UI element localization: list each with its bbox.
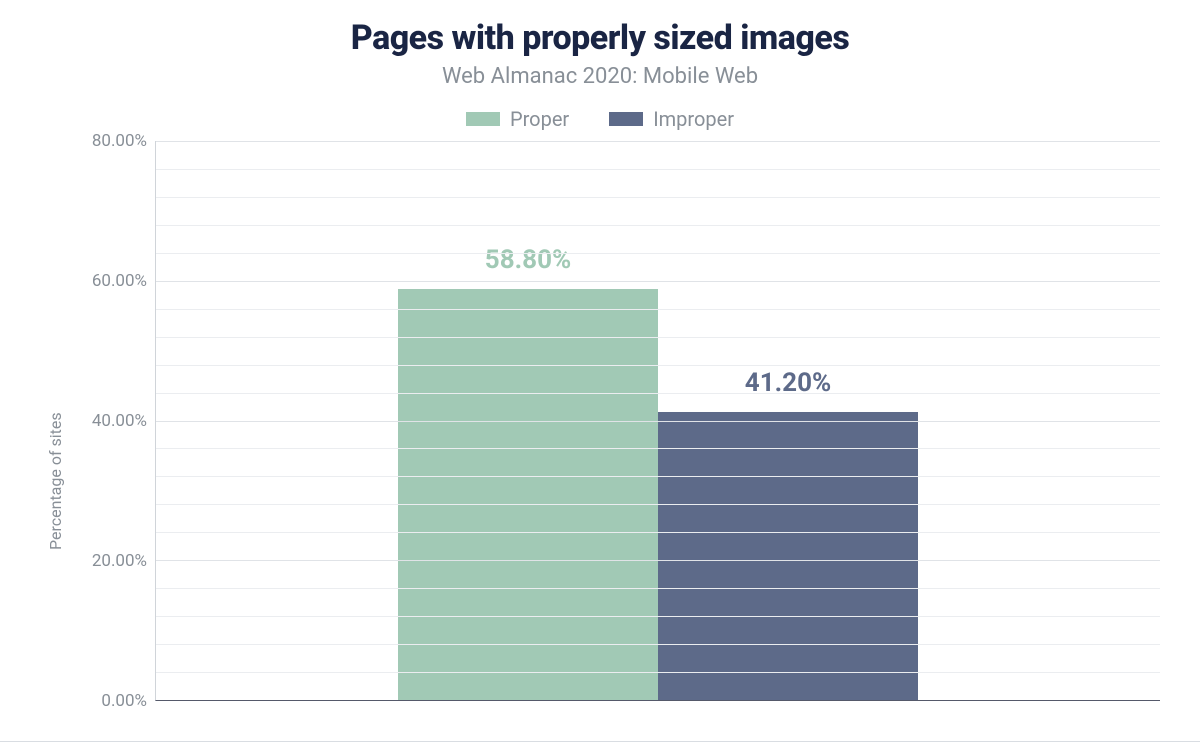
- gridline-minor: [156, 393, 1160, 394]
- y-tick-label: 0.00%: [101, 691, 147, 711]
- y-tick-label: 80.00%: [92, 131, 147, 151]
- gridline-minor: [156, 672, 1160, 673]
- gridline-minor: [156, 588, 1160, 589]
- gridline-major: [156, 560, 1160, 561]
- y-axis-label: Percentage of sites: [40, 141, 65, 701]
- y-tick-label: 40.00%: [92, 411, 147, 431]
- gridline-minor: [156, 197, 1160, 198]
- bar-value-proper: 58.80%: [485, 245, 571, 275]
- gridline-minor: [156, 532, 1160, 533]
- legend-swatch-proper: [466, 112, 500, 126]
- bar-value-improper: 41.20%: [745, 368, 831, 398]
- legend-label-proper: Proper: [510, 107, 569, 131]
- chart-title: Pages with properly sized images: [40, 18, 1160, 58]
- y-axis: 0.00%20.00%40.00%60.00%80.00%: [65, 141, 155, 701]
- gridline-major: [156, 281, 1160, 282]
- gridline-minor: [156, 616, 1160, 617]
- gridline-minor: [156, 448, 1160, 449]
- gridline-major: [156, 421, 1160, 422]
- legend-label-improper: Improper: [653, 107, 734, 131]
- gridline-minor: [156, 169, 1160, 170]
- chart-container: Pages with properly sized images Web Alm…: [0, 0, 1200, 742]
- gridline-minor: [156, 225, 1160, 226]
- gridline-major: [156, 141, 1160, 142]
- chart-legend: Proper Improper: [40, 107, 1160, 131]
- gridline-minor: [156, 476, 1160, 477]
- bar-proper: 58.80%: [398, 289, 658, 700]
- legend-item-improper: Improper: [609, 107, 734, 131]
- y-tick-label: 20.00%: [92, 551, 147, 571]
- plot-area: 58.80% 41.20%: [155, 141, 1160, 701]
- gridline-minor: [156, 644, 1160, 645]
- gridline-minor: [156, 365, 1160, 366]
- y-tick-label: 60.00%: [92, 271, 147, 291]
- gridline-minor: [156, 504, 1160, 505]
- gridline-minor: [156, 309, 1160, 310]
- gridline-minor: [156, 253, 1160, 254]
- bar-improper: 41.20%: [658, 412, 918, 700]
- legend-item-proper: Proper: [466, 107, 569, 131]
- plot-wrap: Percentage of sites 0.00%20.00%40.00%60.…: [40, 141, 1160, 701]
- chart-subtitle: Web Almanac 2020: Mobile Web: [40, 64, 1160, 89]
- gridline-minor: [156, 337, 1160, 338]
- legend-swatch-improper: [609, 112, 643, 126]
